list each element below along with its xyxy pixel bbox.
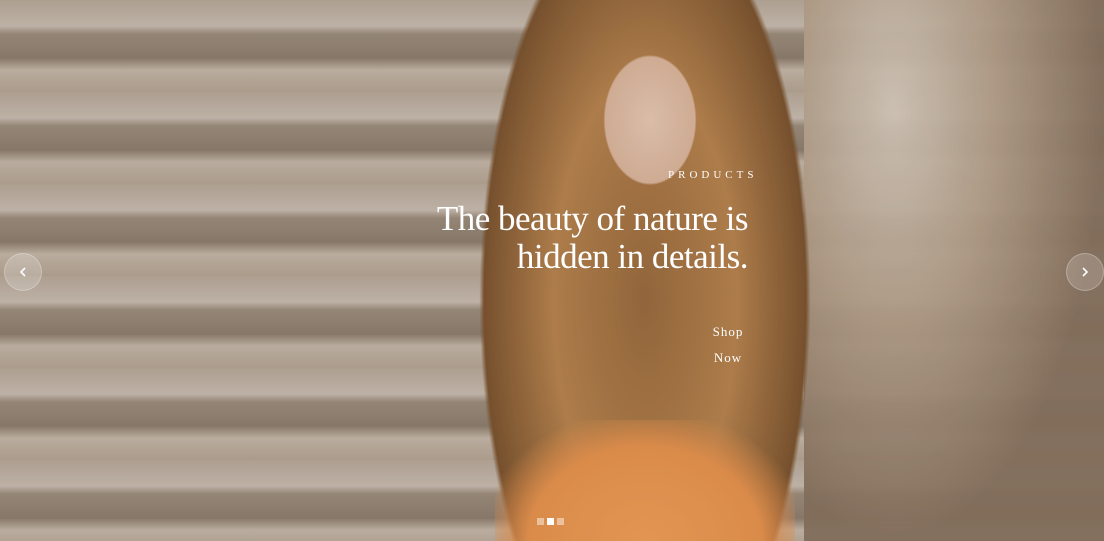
next-slide-button[interactable] — [1066, 253, 1104, 291]
chevron-right-icon — [1082, 267, 1089, 277]
slide-indicator-3[interactable] — [557, 518, 564, 525]
shop-now-line-1: Shop — [712, 324, 744, 339]
hero-slider: PRODUCTS The beauty of nature is hidden … — [0, 0, 1104, 541]
slide-indicator-1[interactable] — [537, 518, 544, 525]
hero-headline: The beauty of nature is hidden in detail… — [380, 199, 749, 276]
shop-now-line-2: Now — [713, 350, 743, 365]
slide-indicator-2[interactable] — [547, 518, 554, 525]
hero-eyebrow: PRODUCTS — [668, 169, 758, 181]
shop-now-button[interactable]: Shop Now — [706, 319, 750, 371]
slide-indicators — [537, 518, 564, 525]
chevron-left-icon — [19, 267, 26, 277]
previous-slide-button[interactable] — [4, 253, 42, 291]
hero-headline-line-2: hidden in details. — [516, 237, 749, 276]
hero-headline-line-1: The beauty of nature is — [436, 199, 749, 238]
